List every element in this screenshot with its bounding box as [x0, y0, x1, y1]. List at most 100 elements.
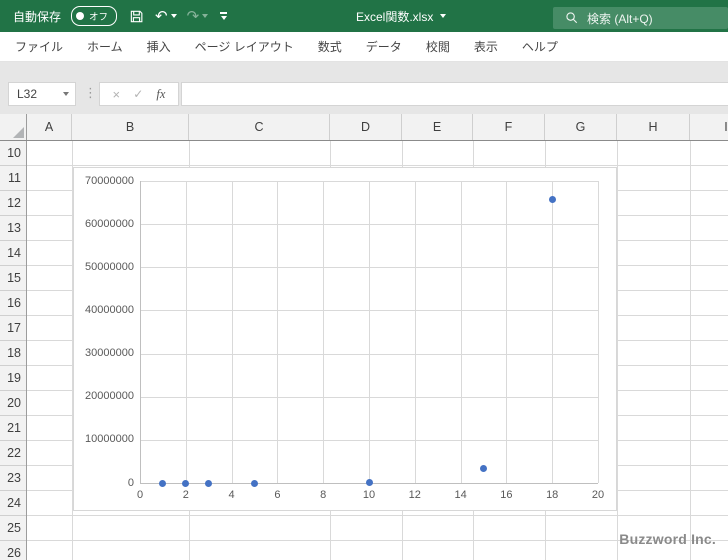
data-point[interactable] — [205, 479, 213, 487]
column-header[interactable]: E — [402, 114, 473, 140]
row-header[interactable]: 21 — [0, 416, 26, 441]
name-box[interactable]: L32 — [8, 82, 76, 106]
search-icon — [566, 12, 578, 24]
row-header[interactable]: 16 — [0, 291, 26, 316]
select-all-icon — [13, 127, 24, 138]
row-header[interactable]: 11 — [0, 166, 26, 191]
chart-gridline-v — [277, 181, 279, 483]
name-box-dropdown-icon[interactable] — [63, 92, 69, 96]
column-header[interactable]: G — [545, 114, 617, 140]
row-header[interactable]: 18 — [0, 341, 26, 366]
undo-button[interactable]: ↶ — [155, 6, 177, 25]
column-header[interactable]: C — [189, 114, 330, 140]
row-headers: 10 11 12 13 14 15 16 17 18 19 20 21 22 23 24 25 26 — [0, 141, 27, 560]
data-point[interactable] — [480, 465, 487, 473]
customize-quick-access-toolbar-button[interactable] — [220, 12, 228, 20]
row-header[interactable]: 10 — [0, 141, 26, 166]
chart-gridline-v — [506, 181, 508, 483]
chart-gridline-v — [460, 181, 462, 483]
chart-gridline-v — [369, 181, 370, 483]
ribbon-tab[interactable]: ヘルプ — [510, 32, 570, 61]
chart-gridline-v — [598, 181, 599, 483]
column-header[interactable]: I — [690, 114, 728, 140]
enter-icon[interactable]: ✓ — [133, 87, 143, 101]
ribbon-tab[interactable]: 表示 — [462, 32, 510, 61]
row-header[interactable]: 19 — [0, 366, 26, 391]
ribbon-tab[interactable]: ファイル — [3, 32, 75, 61]
chevron-down-icon — [220, 15, 227, 20]
undo-dropdown-icon — [170, 14, 177, 18]
autosave-label: 自動保存 — [13, 9, 62, 24]
y-tick-label: 10000000 — [85, 433, 134, 446]
formula-input[interactable] — [181, 82, 728, 106]
ribbon-tab[interactable]: ページ レイアウト — [183, 32, 306, 61]
row-header[interactable]: 14 — [0, 241, 26, 266]
row-header[interactable]: 12 — [0, 191, 26, 216]
ribbon-tab[interactable]: 校閲 — [414, 32, 462, 61]
row-header[interactable]: 23 — [0, 466, 26, 491]
y-tick-label: 70000000 — [85, 174, 134, 187]
ribbon-tab[interactable]: ホーム — [75, 32, 135, 61]
autosave-toggle[interactable]: オフ — [71, 6, 118, 26]
x-tick-label: 4 — [228, 489, 235, 501]
insert-function-icon[interactable]: fx — [156, 87, 165, 102]
ribbon-tab[interactable]: 挿入 — [135, 32, 183, 61]
x-tick-label: 12 — [408, 489, 421, 501]
row-header[interactable]: 22 — [0, 441, 26, 466]
formula-bar-strip: L32 ⋮ × ✓ fx — [0, 62, 728, 114]
row-header[interactable]: 24 — [0, 491, 26, 516]
search-placeholder: 検索 (Alt+Q) — [587, 11, 653, 26]
data-point[interactable] — [182, 479, 190, 487]
excel-window: 自動保存 オフ ↶ ↷ Excel関数.xlsx 検索 (Alt+Q) ファイル… — [0, 0, 728, 560]
y-tick-label: 30000000 — [85, 347, 134, 360]
select-all-button[interactable] — [0, 114, 27, 140]
ribbon-tab-bar: ファイル ホーム 挿入 ページ レイアウト 数式 データ 校閲 表示 ヘルプ — [0, 32, 728, 62]
x-tick-label: 6 — [274, 489, 281, 501]
document-title-button[interactable]: Excel関数.xlsx — [356, 0, 447, 32]
y-tick-label: 50000000 — [85, 260, 134, 273]
column-header[interactable]: B — [72, 114, 189, 140]
row-header[interactable]: 26 — [0, 541, 26, 560]
column-headers: ABCDEFGHI — [0, 114, 728, 141]
chart-y-axis-line — [140, 181, 141, 483]
chart-gridline-v — [414, 181, 416, 483]
grid-vline — [690, 141, 691, 560]
formula-bar-buttons: × ✓ fx — [99, 82, 179, 106]
x-tick-label: 10 — [362, 489, 376, 501]
title-bar: 自動保存 オフ ↶ ↷ Excel関数.xlsx 検索 (Alt+Q) — [0, 0, 728, 32]
ribbon-tab[interactable]: データ — [354, 32, 414, 61]
data-point[interactable] — [251, 479, 258, 487]
data-point[interactable] — [548, 196, 556, 204]
chart[interactable]: 0 10000000 20000000 30000000 40000000 5000000… — [73, 167, 617, 511]
column-header[interactable]: H — [617, 114, 690, 140]
undo-icon: ↶ — [155, 6, 168, 25]
cell-reference: L32 — [17, 87, 38, 101]
row-header[interactable]: 17 — [0, 316, 26, 341]
row-header[interactable]: 20 — [0, 391, 26, 416]
chart-gridline-v — [323, 181, 325, 483]
column-header[interactable]: A — [27, 114, 72, 140]
x-tick-label: 20 — [591, 489, 605, 501]
title-dropdown-icon — [440, 14, 447, 18]
toggle-knob-icon — [76, 12, 85, 20]
row-header[interactable]: 25 — [0, 516, 26, 541]
sheet-grid: 10 11 12 13 14 15 16 17 18 19 20 21 22 23 24 25 26 0 1000… — [0, 141, 728, 560]
redo-icon: ↷ — [186, 6, 200, 25]
column-header[interactable]: F — [473, 114, 545, 140]
row-header[interactable]: 13 — [0, 216, 26, 241]
x-tick-label: 14 — [454, 489, 467, 501]
search-box[interactable]: 検索 (Alt+Q) — [553, 7, 728, 29]
ribbon-tab[interactable]: 数式 — [306, 32, 354, 61]
grid-vline — [617, 141, 618, 560]
data-point[interactable] — [365, 479, 373, 487]
row-header[interactable]: 15 — [0, 266, 26, 291]
save-button[interactable] — [127, 7, 145, 25]
y-tick-label: 20000000 — [85, 390, 134, 403]
column-header[interactable]: D — [330, 114, 402, 140]
redo-button[interactable]: ↷ — [186, 6, 209, 25]
x-tick-label: 8 — [320, 489, 327, 501]
formula-bar-drag-handle[interactable]: ⋮ — [84, 84, 97, 102]
data-point[interactable] — [159, 479, 167, 487]
chart-gridline-v — [552, 181, 554, 483]
cancel-icon[interactable]: × — [113, 87, 121, 102]
